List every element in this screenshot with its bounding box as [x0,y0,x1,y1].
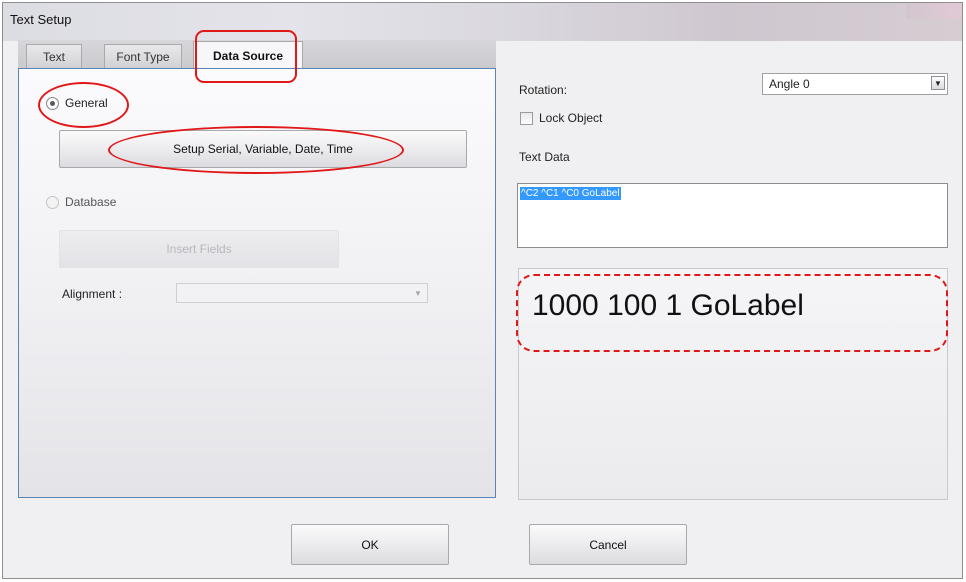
ok-button[interactable]: OK [291,524,449,565]
chevron-down-icon: ▼ [931,76,945,90]
general-radio[interactable]: General [46,96,108,110]
lock-object-checkbox[interactable] [520,112,533,125]
radio-unselected-icon [46,195,59,209]
tab-strip: Text Font Type Data Source [18,40,496,70]
general-label: General [65,96,108,110]
text-data-textarea[interactable]: ^C2 ^C1 ^C0 GoLabel [517,183,948,248]
insert-fields-button[interactable]: Insert Fields [59,230,339,268]
alignment-select[interactable]: ▼ [176,283,428,303]
rotation-value: Angle 0 [769,77,810,91]
rotation-select[interactable]: Angle 0 ▼ [762,73,948,95]
tab-text[interactable]: Text [26,44,82,69]
alignment-label: Alignment : [62,287,123,301]
database-radio[interactable]: Database [46,195,116,209]
title-bar-decoration [906,3,962,19]
tab-font-type[interactable]: Font Type [104,44,182,69]
lock-object-label: Lock Object [539,111,603,125]
radio-selected-icon [46,96,59,110]
database-label: Database [65,195,117,209]
rotation-label: Rotation: [519,83,568,97]
text-data-label: Text Data [519,150,570,164]
window-title: Text Setup [10,12,72,27]
title-bar[interactable]: Text Setup [3,3,962,41]
preview-text: 1000 100 1 GoLabel [532,289,804,322]
text-preview: 1000 100 1 GoLabel [518,268,948,500]
chevron-down-icon: ▼ [414,288,422,298]
tab-data-source[interactable]: Data Source [193,41,303,70]
setup-serial-variable-date-time-button[interactable]: Setup Serial, Variable, Date, Time [59,130,467,168]
cancel-button[interactable]: Cancel [529,524,687,565]
text-data-value: ^C2 ^C1 ^C0 GoLabel [520,187,621,200]
